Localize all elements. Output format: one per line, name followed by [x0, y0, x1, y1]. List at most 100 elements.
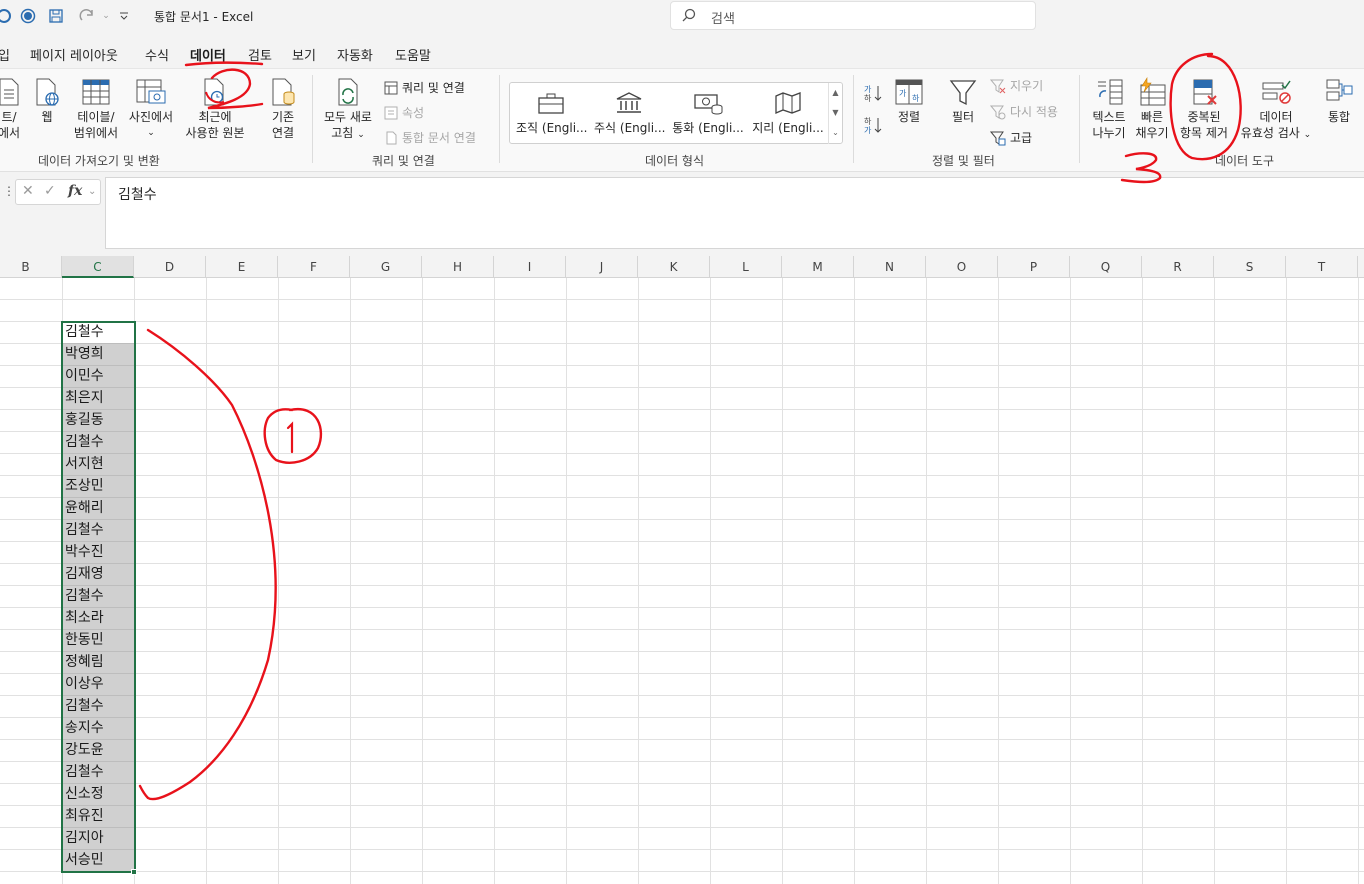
tab-page-layout[interactable]: 페이지 레이아웃: [30, 45, 118, 64]
sort-button[interactable]: 가하 정렬: [890, 77, 928, 125]
insert-function-icon[interactable]: fx: [68, 183, 82, 199]
column-header-D[interactable]: D: [134, 256, 206, 278]
edit-links-button[interactable]: 통합 문서 연결: [384, 129, 476, 146]
name-cell[interactable]: 윤해리: [62, 498, 135, 520]
data-type-geography[interactable]: 지리 (Engli...: [752, 91, 824, 136]
name-cell[interactable]: 최유진: [62, 806, 135, 828]
name-cell[interactable]: 박수진: [62, 542, 135, 564]
name-cell[interactable]: 김철수: [62, 696, 135, 718]
column-header-T[interactable]: T: [1286, 256, 1358, 278]
more-options-icon[interactable]: ⋮: [3, 184, 15, 198]
data-validation-button[interactable]: 데이터 유효성 검사 ⌄: [1236, 77, 1316, 143]
name-cell[interactable]: 신소정: [62, 784, 135, 806]
tab-formulas[interactable]: 수식: [145, 45, 169, 64]
column-header-R[interactable]: R: [1142, 256, 1214, 278]
active-cell[interactable]: 김철수: [62, 322, 135, 344]
column-header-B[interactable]: B: [0, 256, 62, 278]
refresh-all-button[interactable]: 모두 새로 고침 ⌄: [320, 77, 376, 143]
name-cell[interactable]: 김재영: [62, 564, 135, 586]
queries-connections-button[interactable]: 쿼리 및 연결: [384, 79, 465, 96]
worksheet-grid[interactable]: [0, 278, 1364, 884]
column-header-C[interactable]: C: [62, 256, 134, 278]
tab-help[interactable]: 도움말: [395, 45, 431, 64]
name-cell[interactable]: 강도윤: [62, 740, 135, 762]
column-header-H[interactable]: H: [422, 256, 494, 278]
customize-qat-icon[interactable]: [114, 6, 134, 26]
redo-icon[interactable]: [78, 6, 98, 26]
redo-dropdown-icon[interactable]: ⌄: [96, 6, 116, 26]
data-type-stocks[interactable]: 주식 (Engli...: [594, 91, 666, 136]
data-type-organization[interactable]: 조직 (Engli...: [516, 91, 588, 136]
gallery-more-icon[interactable]: ⌄: [828, 123, 842, 144]
consolidate-button[interactable]: 통합: [1320, 77, 1358, 125]
filter-button[interactable]: 필터: [944, 77, 982, 125]
tab-insert[interactable]: 입: [0, 45, 10, 64]
column-header-O[interactable]: O: [926, 256, 998, 278]
from-web-button[interactable]: 웹: [32, 77, 62, 125]
clear-filter-button[interactable]: 지우기: [990, 77, 1043, 94]
name-cell[interactable]: 한동민: [62, 630, 135, 652]
name-cell[interactable]: 송지수: [62, 718, 135, 740]
from-text-button[interactable]: 트/ 에서: [0, 77, 24, 141]
column-header-M[interactable]: M: [782, 256, 854, 278]
column-header-E[interactable]: E: [206, 256, 278, 278]
name-cell[interactable]: 이민수: [62, 366, 135, 388]
save-icon[interactable]: [46, 6, 66, 26]
reapply-button[interactable]: 다시 적용: [990, 103, 1058, 120]
expand-icon[interactable]: ⌄: [88, 186, 96, 197]
column-header-G[interactable]: G: [350, 256, 422, 278]
from-picture-button[interactable]: 사진에서 ⌄: [126, 77, 176, 141]
name-cell[interactable]: 김철수: [62, 762, 135, 784]
sort-ascending-button[interactable]: 가하: [862, 83, 884, 107]
tab-data[interactable]: 데이터: [190, 45, 226, 70]
search-box[interactable]: 검색: [670, 1, 1036, 30]
text-to-columns-button[interactable]: 텍스트 나누기: [1088, 77, 1130, 141]
properties-button[interactable]: 속성: [384, 104, 424, 121]
text-file-icon: [0, 78, 19, 106]
column-header-S[interactable]: S: [1214, 256, 1286, 278]
gallery-up-icon[interactable]: ▲: [828, 83, 842, 103]
tab-automate[interactable]: 자동화: [337, 45, 373, 64]
autosave-icon[interactable]: [0, 6, 14, 26]
name-cell[interactable]: 이상우: [62, 674, 135, 696]
name-cell[interactable]: 김철수: [62, 520, 135, 542]
tab-view[interactable]: 보기: [292, 45, 316, 64]
column-header-K[interactable]: K: [638, 256, 710, 278]
name-cell[interactable]: 최은지: [62, 388, 135, 410]
name-cell[interactable]: 서지현: [62, 454, 135, 476]
name-cell[interactable]: 조상민: [62, 476, 135, 498]
svg-text:하: 하: [912, 93, 920, 103]
column-header-P[interactable]: P: [998, 256, 1070, 278]
consolidate-icon: [1326, 79, 1353, 101]
name-cell[interactable]: 서승민: [62, 850, 135, 872]
sort-descending-button[interactable]: 하가: [862, 115, 884, 139]
tab-review[interactable]: 검토: [248, 45, 272, 64]
fill-handle[interactable]: [131, 869, 137, 875]
from-table-range-button[interactable]: 테이블/ 범위에서: [70, 77, 122, 141]
name-cell[interactable]: 김철수: [62, 432, 135, 454]
column-header-L[interactable]: L: [710, 256, 782, 278]
column-header-Q[interactable]: Q: [1070, 256, 1142, 278]
name-cell[interactable]: 박영희: [62, 344, 135, 366]
remove-duplicates-button[interactable]: 중복된 항목 제거: [1174, 77, 1234, 141]
name-cell[interactable]: 김지아: [62, 828, 135, 850]
data-type-currencies[interactable]: 통화 (Engli...: [672, 91, 744, 136]
enter-icon[interactable]: ✓: [44, 183, 56, 199]
name-cell[interactable]: 최소라: [62, 608, 135, 630]
existing-connections-button[interactable]: 기존 연결: [264, 77, 302, 141]
name-cell[interactable]: 홍길동: [62, 410, 135, 432]
name-cell[interactable]: 김철수: [62, 586, 135, 608]
sync-icon[interactable]: [18, 6, 38, 26]
advanced-filter-button[interactable]: 고급: [990, 129, 1032, 146]
flash-fill-button[interactable]: 빠른 채우기: [1134, 77, 1170, 141]
column-header-J[interactable]: J: [566, 256, 638, 278]
column-header-F[interactable]: F: [278, 256, 350, 278]
cancel-icon[interactable]: ✕: [22, 183, 34, 199]
gallery-down-icon[interactable]: ▼: [828, 103, 842, 123]
recent-sources-button[interactable]: 최근에 사용한 원본: [180, 77, 250, 141]
column-header-N[interactable]: N: [854, 256, 926, 278]
column-header-I[interactable]: I: [494, 256, 566, 278]
name-cell[interactable]: 정혜림: [62, 652, 135, 674]
picture-table-icon: [136, 79, 166, 104]
formula-input[interactable]: 김철수: [105, 177, 1364, 249]
